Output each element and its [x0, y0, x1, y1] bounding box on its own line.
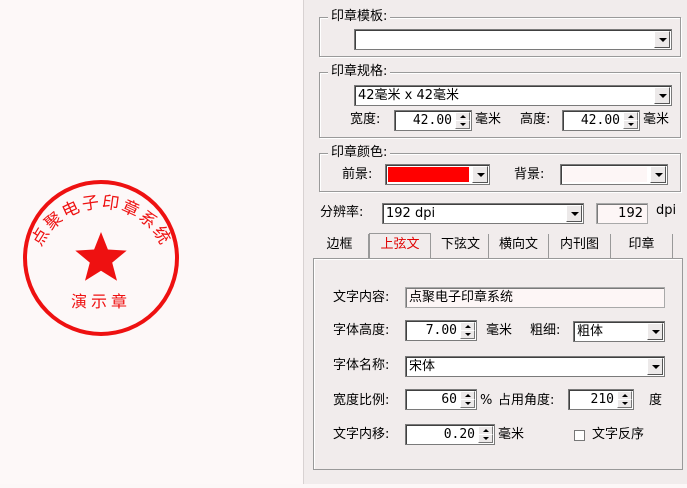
- size-select[interactable]: 42毫米 x 42毫米: [354, 85, 672, 106]
- text-content-input[interactable]: 点聚电子印章系统: [405, 287, 665, 308]
- tab-strip: 边框 上弦文 下弦文 横向文 内刊图 印章: [311, 233, 683, 259]
- tab-seal[interactable]: 印章: [611, 234, 673, 258]
- font-name-select[interactable]: 宋体: [405, 356, 665, 377]
- spec-group-title: 印章规格:: [328, 64, 391, 80]
- spin-down-icon[interactable]: [455, 120, 470, 129]
- tab-upper-arc-text[interactable]: 上弦文: [369, 233, 431, 259]
- resolution-label: 分辨率:: [320, 205, 364, 220]
- height-spinner[interactable]: 42.00: [562, 110, 640, 131]
- background-label: 背景:: [514, 167, 545, 182]
- spin-down-icon[interactable]: [460, 399, 475, 408]
- text-content-label: 文字内容:: [333, 290, 390, 305]
- weight-select[interactable]: 粗体: [573, 321, 665, 342]
- width-ratio-label: 宽度比例:: [333, 393, 390, 408]
- chevron-down-icon[interactable]: [647, 358, 663, 375]
- width-ratio-spinner[interactable]: 60: [405, 389, 477, 410]
- font-height-spinner[interactable]: 7.00: [405, 320, 477, 341]
- height-label: 高度:: [520, 112, 551, 127]
- text-inset-unit: 毫米: [498, 427, 525, 442]
- height-unit: 毫米: [643, 112, 670, 127]
- chevron-down-icon[interactable]: [647, 323, 663, 340]
- spin-down-icon[interactable]: [617, 399, 632, 408]
- reverse-text-checkbox[interactable]: [574, 430, 585, 441]
- text-inset-spinner[interactable]: 0.20: [405, 424, 495, 445]
- resolution-select[interactable]: 192 dpi: [382, 203, 584, 224]
- seal-star-icon: [75, 232, 127, 281]
- angle-label: 占用角度:: [498, 393, 555, 408]
- seal-canvas: 点聚电子印章系统 演示章: [23, 180, 179, 336]
- background-swatch: [563, 167, 647, 182]
- foreground-color-select[interactable]: [385, 164, 490, 185]
- foreground-label: 前景:: [342, 167, 373, 182]
- resolution-unit: dpi: [656, 203, 677, 218]
- percent-sign: %: [480, 393, 493, 408]
- tab-horizontal-text[interactable]: 横向文: [489, 234, 549, 258]
- tab-border[interactable]: 边框: [311, 234, 369, 258]
- width-unit: 毫米: [475, 112, 502, 127]
- spin-down-icon[interactable]: [623, 120, 638, 129]
- text-inset-label: 文字内移:: [333, 427, 390, 442]
- resolution-number-field: 192: [596, 203, 648, 224]
- font-height-label: 字体高度:: [333, 323, 390, 338]
- chevron-down-icon[interactable]: [472, 166, 488, 183]
- chevron-down-icon[interactable]: [566, 205, 582, 222]
- font-height-unit: 毫米: [486, 323, 513, 338]
- chevron-down-icon[interactable]: [654, 87, 670, 104]
- spin-down-icon[interactable]: [460, 330, 475, 339]
- spin-down-icon[interactable]: [478, 434, 493, 443]
- tab-inner-image[interactable]: 内刊图: [549, 234, 611, 258]
- foreground-swatch: [388, 167, 469, 182]
- seal-bottom-text: 演示章: [71, 292, 131, 311]
- weight-label: 粗细:: [530, 323, 561, 338]
- tab-lower-arc-text[interactable]: 下弦文: [433, 234, 489, 258]
- reverse-text-label[interactable]: 文字反序: [592, 426, 644, 444]
- width-spinner[interactable]: 42.00: [394, 110, 472, 131]
- angle-spinner[interactable]: 210: [568, 389, 634, 410]
- template-group-title: 印章模板:: [328, 9, 391, 25]
- background-color-select[interactable]: [560, 164, 668, 185]
- color-group-title: 印章颜色:: [328, 145, 391, 161]
- angle-unit: 度: [649, 393, 663, 408]
- template-select[interactable]: [354, 29, 672, 50]
- font-name-label: 字体名称:: [333, 358, 390, 373]
- seal-preview: 点聚电子印章系统 演示章: [0, 0, 303, 484]
- chevron-down-icon[interactable]: [650, 166, 666, 183]
- chevron-down-icon[interactable]: [654, 31, 670, 48]
- width-label: 宽度:: [350, 112, 381, 127]
